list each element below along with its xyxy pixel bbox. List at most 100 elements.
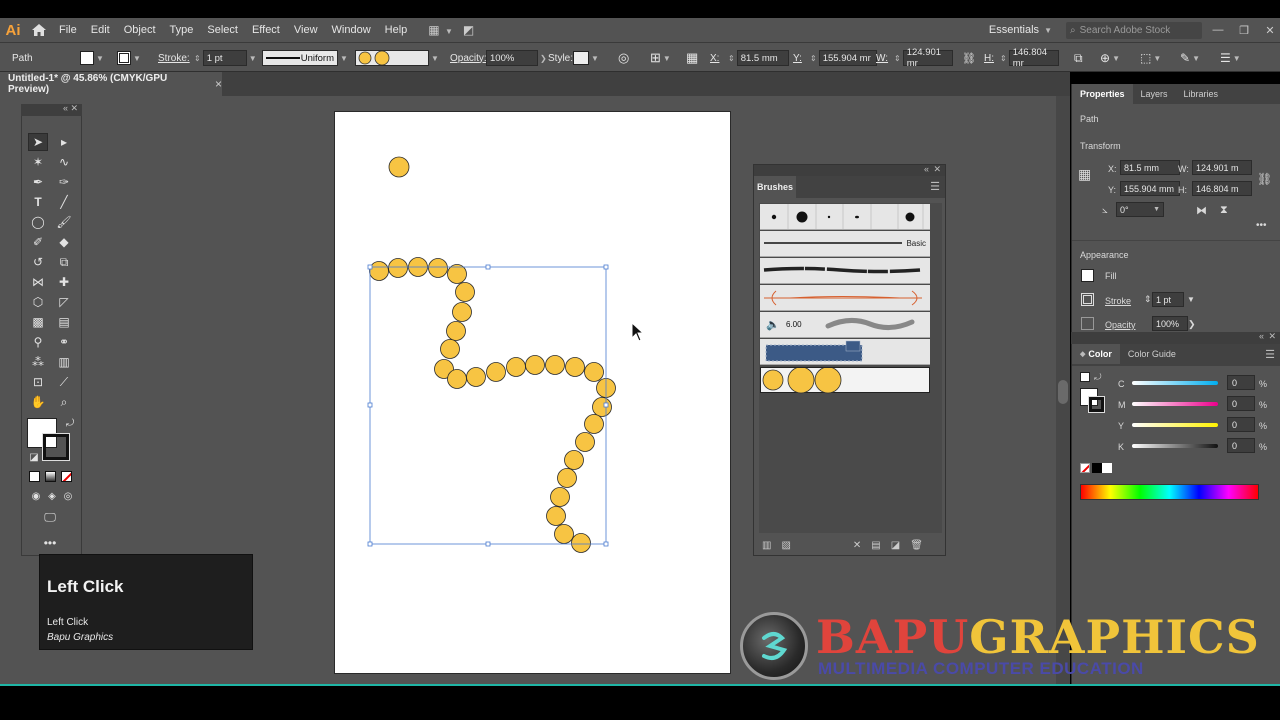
align-icon[interactable]: ⊞ ▼ (650, 50, 673, 66)
close-panel-icon[interactable]: ✕ (933, 164, 941, 175)
tab-layers[interactable]: Layers (1133, 84, 1176, 104)
swap-colors-icon[interactable]: ⤾ (60, 414, 80, 432)
appearance-stroke-weight[interactable]: 1 pt (1152, 292, 1184, 307)
menu-edit[interactable]: Edit (84, 24, 117, 36)
prop-x-field[interactable]: 81.5 mm (1120, 160, 1180, 175)
menu-file[interactable]: File (52, 24, 84, 36)
tab-color-guide[interactable]: Color Guide (1120, 344, 1184, 364)
arrow-brush-row[interactable] (760, 285, 930, 311)
opacity-label[interactable]: Opacity: (450, 50, 487, 66)
tools-panel-header[interactable]: « ✕ (21, 103, 82, 116)
eyedropper-tool-icon[interactable]: ⚲ (28, 333, 48, 351)
brush-stroke-path[interactable] (369, 257, 616, 553)
angle-field[interactable]: 0° ▼ (1116, 202, 1164, 217)
dot-art-brush-row[interactable] (760, 366, 930, 394)
collapse-icon[interactable]: « (1259, 331, 1264, 341)
opacity-field[interactable]: 100% ❯ (486, 50, 549, 66)
arrange-documents-icon[interactable]: ▦ ▼ (428, 23, 455, 37)
appearance-fill-swatch[interactable] (1081, 269, 1094, 282)
scrollbar-thumb[interactable] (1058, 380, 1068, 404)
tab-properties[interactable]: Properties (1072, 84, 1133, 104)
gpu-performance-icon[interactable]: ◩ (463, 23, 474, 37)
color-mode-icon[interactable] (29, 471, 40, 482)
channel-y-field[interactable]: 0 (1227, 417, 1255, 432)
variable-width-profile[interactable]: Uniform ▼ (262, 50, 350, 66)
search-stock-input[interactable]: ⌕ Search Adobe Stock (1066, 21, 1202, 39)
collapse-icon[interactable]: « (63, 103, 68, 113)
zoom-tool-icon[interactable]: ⌕ (54, 393, 74, 411)
stroke-swatch[interactable]: ▼ (117, 50, 143, 66)
panel-menu-icon[interactable]: ☰ ▼ (1220, 50, 1243, 66)
edit-path-icon[interactable]: ✎ ▼ (1180, 50, 1202, 66)
shape-builder-tool-icon[interactable]: ⬡ (28, 293, 48, 311)
pattern-brush-row[interactable] (760, 339, 930, 365)
calligraphic-brush-row[interactable] (760, 204, 930, 230)
column-graph-tool-icon[interactable]: ▥ (54, 353, 74, 371)
line-tool-icon[interactable]: ╱ (54, 193, 74, 211)
constrain-proportions-icon[interactable]: ⛓ (962, 50, 976, 66)
channel-m-field[interactable]: 0 (1227, 396, 1255, 411)
minimize-icon[interactable]: — (1208, 24, 1228, 36)
reference-point-icon[interactable]: ▦ (1078, 166, 1091, 183)
none-color-icon[interactable] (1080, 463, 1090, 473)
stroke-label[interactable]: Stroke: (158, 50, 190, 66)
menu-select[interactable]: Select (200, 24, 245, 36)
menu-effect[interactable]: Effect (245, 24, 287, 36)
reference-point-icon[interactable]: ▦ (686, 50, 698, 66)
link-proportions-icon[interactable]: ⛓ (1257, 172, 1272, 186)
prop-y-field[interactable]: 155.904 mm (1120, 181, 1180, 196)
magic-wand-tool-icon[interactable]: ✶ (28, 153, 48, 171)
appearance-opacity-field[interactable]: 100% (1152, 316, 1188, 331)
prop-w-field[interactable]: 124.901 m (1192, 160, 1252, 175)
channel-k-slider[interactable] (1132, 444, 1218, 448)
artboard-tool-icon[interactable]: ⊡ (28, 373, 48, 391)
x-field[interactable]: ⇕ 81.5 mm (726, 50, 789, 66)
close-tab-icon[interactable]: × (215, 77, 222, 91)
stroke-color-swatch[interactable] (42, 433, 70, 461)
puppet-warp-tool-icon[interactable]: ✚ (54, 273, 74, 291)
rotate-tool-icon[interactable]: ↺ (28, 253, 48, 271)
none-mode-icon[interactable] (61, 471, 72, 482)
more-tools-icon[interactable]: ••• (40, 534, 60, 552)
draw-inside-icon[interactable]: ◎ (58, 487, 78, 505)
y-field[interactable]: ⇕ 155.904 mr (808, 50, 877, 66)
restore-icon[interactable]: ❐ (1234, 24, 1254, 37)
new-brush-icon[interactable]: ◪ (891, 540, 900, 551)
flip-vertical-icon[interactable]: ⧗ (1220, 204, 1228, 217)
brush-list[interactable]: Basic 🔈 6.00 (759, 203, 942, 533)
brush-options-icon[interactable]: ▤ (871, 540, 880, 551)
close-panel-icon[interactable]: ✕ (1268, 331, 1276, 342)
stroke-weight-field[interactable]: ⇕ 1 pt ▼ (192, 50, 259, 66)
menu-window[interactable]: Window (325, 24, 378, 36)
gradient-mode-icon[interactable] (45, 471, 56, 482)
selection-tool-icon[interactable]: ➤ (28, 133, 48, 151)
width-tool-icon[interactable]: ⋈ (28, 273, 48, 291)
screen-mode-icon[interactable]: 🖵 (40, 508, 60, 526)
close-window-icon[interactable]: ✕ (1260, 24, 1280, 37)
document-tab[interactable]: Untitled-1* @ 45.86% (CMYK/GPU Preview) … (0, 72, 222, 96)
w-field[interactable]: ⇕ 124.901 mr (892, 47, 953, 69)
bounding-box-handles[interactable] (367, 264, 609, 547)
artwork-layer[interactable] (334, 111, 731, 674)
channel-y-slider[interactable] (1132, 423, 1218, 427)
brushes-tab[interactable]: Brushes (754, 176, 796, 198)
swap-icon[interactable]: ⤾ (1094, 372, 1102, 383)
opacity-arrow-icon[interactable]: ❯ (1188, 319, 1196, 330)
remove-stroke-icon[interactable]: ✕ (853, 540, 861, 551)
type-tool-icon[interactable]: T (28, 193, 48, 211)
blend-tool-icon[interactable]: ⚭ (54, 333, 74, 351)
mesh-tool-icon[interactable]: ▩ (28, 313, 48, 331)
style-swatch[interactable]: ▼ (573, 50, 601, 66)
isolate-icon[interactable]: ⬚ ▼ (1140, 50, 1163, 66)
brush-definition[interactable]: ▼ (355, 50, 441, 66)
flip-horizontal-icon[interactable]: ⧓ (1196, 204, 1207, 217)
scale-tool-icon[interactable]: ⧉ (54, 253, 74, 271)
appearance-stroke-swatch[interactable] (1081, 293, 1094, 306)
color-spectrum[interactable] (1080, 484, 1259, 500)
charcoal-brush-row[interactable] (760, 258, 930, 284)
menu-help[interactable]: Help (378, 24, 415, 36)
ellipse-tool-icon[interactable]: ◯ (28, 213, 48, 231)
channel-c-field[interactable]: 0 (1227, 375, 1255, 390)
color-panel-header[interactable]: « ✕ (1071, 331, 1280, 344)
eraser-tool-icon[interactable]: ◆ (54, 233, 74, 251)
